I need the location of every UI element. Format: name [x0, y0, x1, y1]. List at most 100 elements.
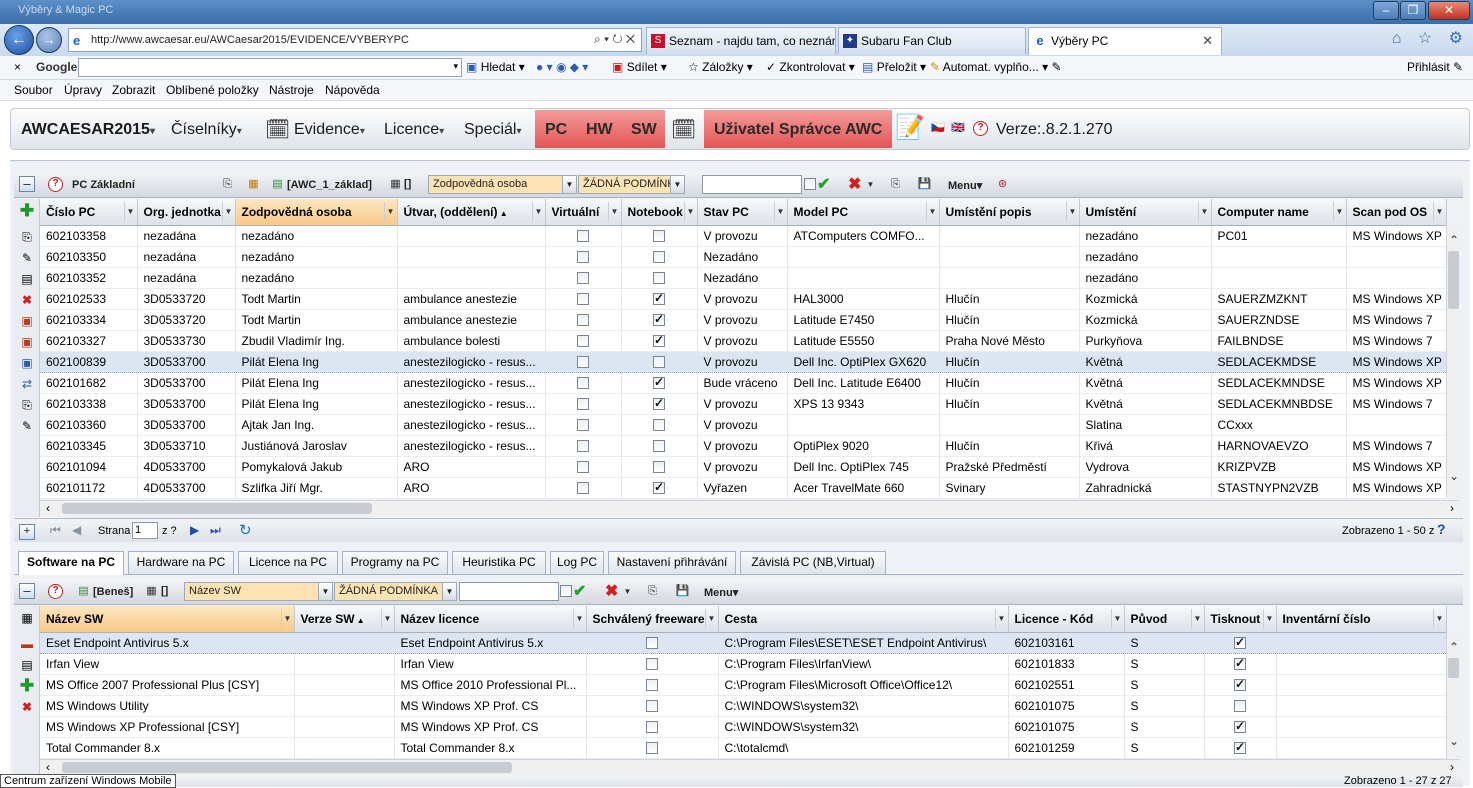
column-header[interactable]: Umístění popis ▼	[939, 199, 1080, 226]
condition-select[interactable]: ŽÁDNÁ PODMÍNKA ▼	[334, 582, 457, 601]
row-checkbox[interactable]	[653, 480, 665, 495]
page-input[interactable]: 1	[132, 522, 158, 539]
brackets-button[interactable]: []	[161, 585, 168, 597]
column-header[interactable]: Virtuální ▼	[545, 199, 622, 226]
translate-button[interactable]: ▤ Přeložit ▾	[862, 60, 926, 74]
refresh-icon[interactable]: ↻	[239, 521, 252, 539]
column-header[interactable]: Verze SW ▲ ▼	[294, 606, 395, 633]
column-header[interactable]: Název SW ▼	[40, 606, 295, 633]
copy-icon[interactable]: ⎘	[888, 177, 903, 192]
browser-tools[interactable]: ⌂ ☆ ⚙	[1392, 28, 1469, 48]
calendar-icon[interactable]: 🗓	[671, 117, 696, 142]
address-tools[interactable]: ⌕ ▾ ↻ ✕	[594, 32, 635, 47]
table-row[interactable]: 6021011724D0533700Szlifka Jiří Mgr.ARO Vy…	[40, 477, 1447, 499]
row-checkbox[interactable]	[577, 461, 589, 474]
column-header[interactable]: Licence - Kód ▼	[1008, 606, 1125, 633]
row-checkbox[interactable]	[653, 230, 665, 243]
row-checkbox[interactable]	[1234, 740, 1246, 755]
row-checkbox[interactable]	[577, 272, 589, 285]
edit-icon[interactable]: ✎	[19, 250, 35, 266]
row-checkbox[interactable]	[646, 700, 658, 713]
document-icon[interactable]: ▤	[19, 657, 35, 673]
column-menu-icon[interactable]: ▼	[221, 202, 235, 221]
table-row[interactable]: 602103327 3D0533730 Zbudil Vladimír Ing. am…	[40, 330, 1447, 352]
toolbar-icons[interactable]: ● ▾ ◉ ◆ ▾	[536, 60, 588, 74]
add-icon[interactable]: ✚	[19, 202, 35, 219]
column-menu-icon[interactable]: ▼	[1262, 609, 1276, 628]
column-header[interactable]: Schválený freeware ▼	[586, 606, 719, 633]
tab-nastaveni-prihravani[interactable]: Nastavení přihrávání	[608, 551, 736, 574]
menu-oblibene[interactable]: Oblíbené položky	[166, 83, 259, 97]
row-checkbox[interactable]	[1234, 719, 1246, 734]
brackets-button[interactable]: []	[404, 178, 411, 190]
scroll-up-icon[interactable]: ⌃	[1447, 640, 1461, 654]
row-checkbox[interactable]	[577, 335, 589, 348]
table-row[interactable]: 602103352 nezadána nezadáno Nezadáno nezadán…	[40, 267, 1447, 289]
row-checkbox[interactable]	[1234, 700, 1246, 713]
row-checkbox[interactable]	[646, 679, 658, 692]
hw-button[interactable]: HW	[586, 121, 613, 139]
column-header[interactable]: Scan pod OS ▼	[1346, 199, 1447, 226]
row-checkbox[interactable]	[577, 440, 589, 453]
google-search-input[interactable]: ▾	[78, 58, 462, 77]
help-icon[interactable]: ?	[48, 584, 63, 599]
filter-checkbox[interactable]	[560, 585, 572, 597]
scroll-thumb[interactable]	[62, 762, 512, 773]
minimize-button[interactable]: –	[1373, 1, 1399, 20]
app-brand-menu[interactable]: AWCAESAR2015▾	[21, 121, 155, 139]
column-menu-icon[interactable]: ▼	[383, 202, 397, 221]
column-menu-icon[interactable]: ▼	[1065, 202, 1079, 221]
layout-name[interactable]: [Beneš]	[93, 586, 133, 598]
sw-grid-hscrollbar[interactable]: ‹ ›	[40, 759, 1460, 775]
next-page-icon[interactable]: ▶	[190, 523, 199, 537]
user-menu[interactable]: Uživatel Správce AWC	[704, 110, 892, 148]
flag-cz-icon[interactable]: 🇨🇿	[931, 121, 945, 134]
row-checkbox[interactable]	[577, 314, 589, 327]
column-header[interactable]: Inventární číslo ▼	[1276, 606, 1447, 633]
evidence-menu[interactable]: Evidence▾	[294, 121, 365, 139]
record-icon[interactable]: ▬	[19, 636, 35, 652]
close-window-button[interactable]: ✕	[1428, 1, 1470, 20]
table-row[interactable]: 602103358 nezadána nezadáno V provozu ATComp…	[40, 225, 1447, 247]
column-menu-icon[interactable]: ▼	[1190, 609, 1204, 628]
sw-grid-vscrollbar[interactable]: ⌃ ⌄	[1446, 632, 1460, 760]
licence-menu[interactable]: Licence▾	[384, 121, 444, 139]
row-checkbox[interactable]	[1234, 677, 1246, 692]
pdf-icon[interactable]: ▣	[19, 313, 35, 329]
share-button[interactable]: ▣ Sdílet ▾	[612, 60, 667, 74]
table-row[interactable]: 602101094 4D0533700 Pomykalová Jakub ARO V p…	[40, 456, 1447, 478]
row-checkbox[interactable]	[646, 658, 658, 671]
column-menu-icon[interactable]: ▼	[572, 609, 586, 628]
tab-close-icon[interactable]: ✕	[1202, 28, 1213, 54]
column-header[interactable]: Umístění ▼	[1079, 199, 1212, 226]
monitor-icon[interactable]: ▣	[19, 355, 35, 371]
prev-page-icon[interactable]: ◀	[72, 523, 81, 537]
column-header[interactable]: Útvar, (oddělení) ▲ ▼	[397, 199, 546, 226]
browser-tab-subaru[interactable]: ✦ Subaru Fan Club	[838, 27, 1026, 54]
clear-filter-icon[interactable]: ✖	[605, 581, 618, 601]
column-header[interactable]: Tisknout ▼	[1204, 606, 1277, 633]
ciselniky-menu[interactable]: Číselníky▾	[171, 121, 242, 139]
row-checkbox[interactable]	[653, 291, 665, 306]
browser-tab-seznam[interactable]: S Seznam - najdu tam, co neznám	[646, 27, 836, 54]
add-row-button[interactable]: +	[19, 524, 35, 540]
table-row[interactable]: MS Windows XP Professional [CSY] MS Windo…	[40, 716, 1447, 738]
calendar-icon[interactable]: ▦	[388, 177, 403, 192]
column-menu-icon[interactable]: ▼	[607, 202, 621, 221]
filter-checkbox[interactable]	[804, 178, 816, 190]
toolbar-close-icon[interactable]: ×	[14, 60, 21, 74]
column-menu-icon[interactable]: ▼	[1197, 202, 1211, 221]
signin-button[interactable]: Přihlásit ✎	[1407, 60, 1463, 74]
tab-log-pc[interactable]: Log PC	[550, 551, 604, 574]
column-menu-icon[interactable]: ▼	[280, 609, 294, 628]
row-checkbox[interactable]	[653, 356, 665, 369]
condition-select[interactable]: ŽÁDNÁ PODMÍNKA ▼	[578, 175, 685, 194]
row-checkbox[interactable]	[1234, 635, 1246, 650]
save-icon[interactable]: 💾	[917, 177, 932, 192]
row-checkbox[interactable]	[1234, 656, 1246, 671]
apply-filter-icon[interactable]: ✔	[817, 174, 830, 194]
menu-button[interactable]: Menu▾	[948, 179, 982, 192]
pc-button[interactable]: PC	[545, 121, 567, 139]
tab-software-na-pc[interactable]: Software na PC	[18, 551, 124, 575]
layout-name[interactable]: [AWC_1_základ]	[287, 179, 372, 191]
